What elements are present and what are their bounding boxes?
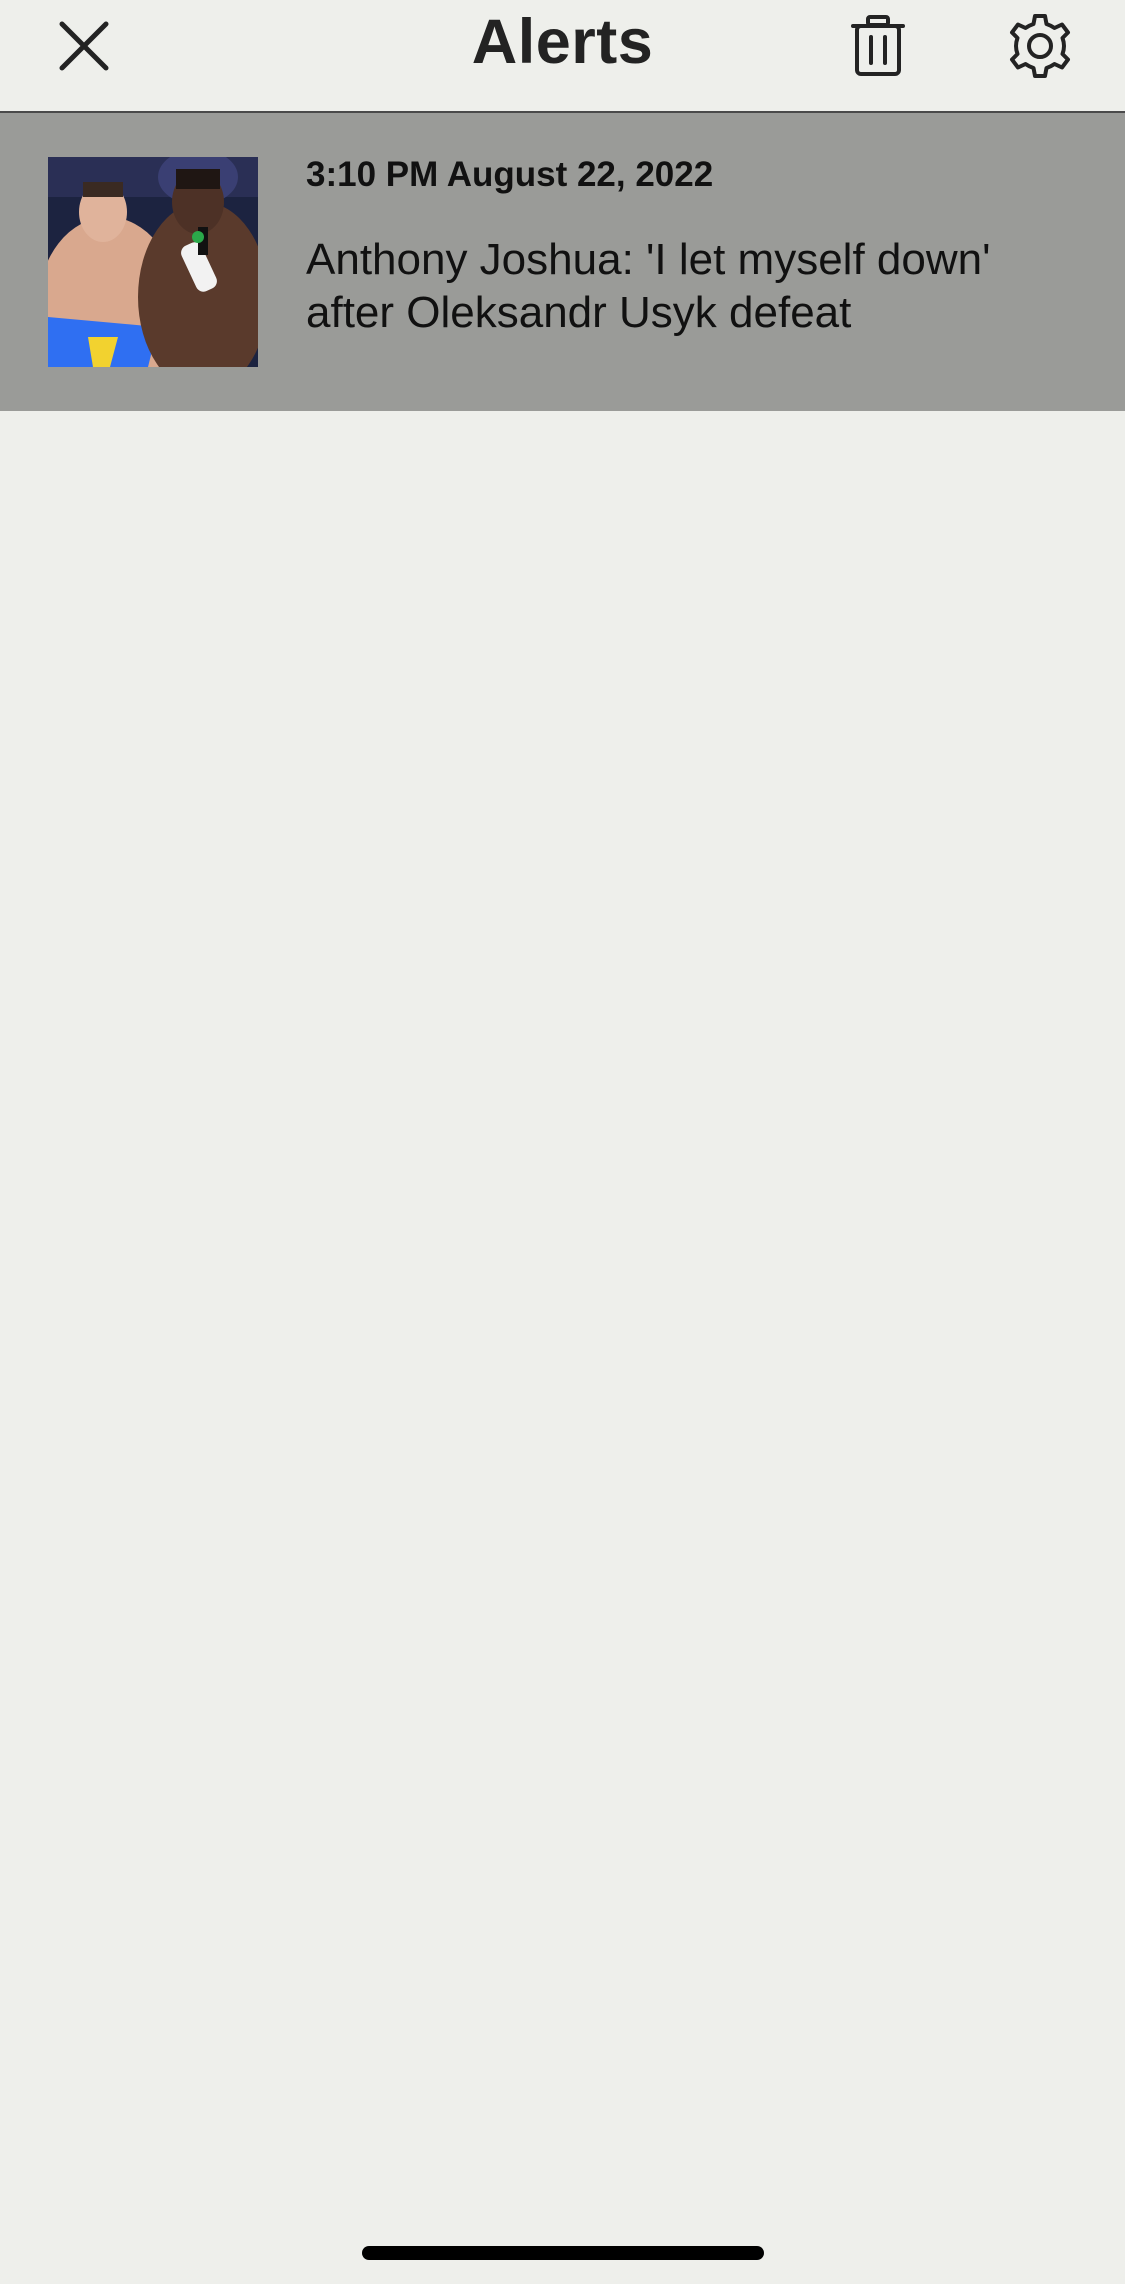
settings-button[interactable] xyxy=(1002,8,1078,84)
gear-icon xyxy=(1010,14,1070,78)
home-indicator[interactable] xyxy=(362,2246,764,2260)
header-bar: Alerts xyxy=(0,0,1125,113)
page-title: Alerts xyxy=(471,7,654,77)
alert-headline: Anthony Joshua: 'I let myself down' afte… xyxy=(306,235,991,337)
alert-thumbnail xyxy=(48,157,258,367)
delete-all-button[interactable] xyxy=(840,8,916,84)
alert-timestamp: 3:10 PM August 22, 2022 xyxy=(306,155,714,194)
boxers-photo-thumbnail xyxy=(48,157,258,367)
alert-list-item[interactable]: 3:10 PM August 22, 2022 Anthony Joshua: … xyxy=(0,113,1125,411)
trash-icon xyxy=(851,15,905,76)
